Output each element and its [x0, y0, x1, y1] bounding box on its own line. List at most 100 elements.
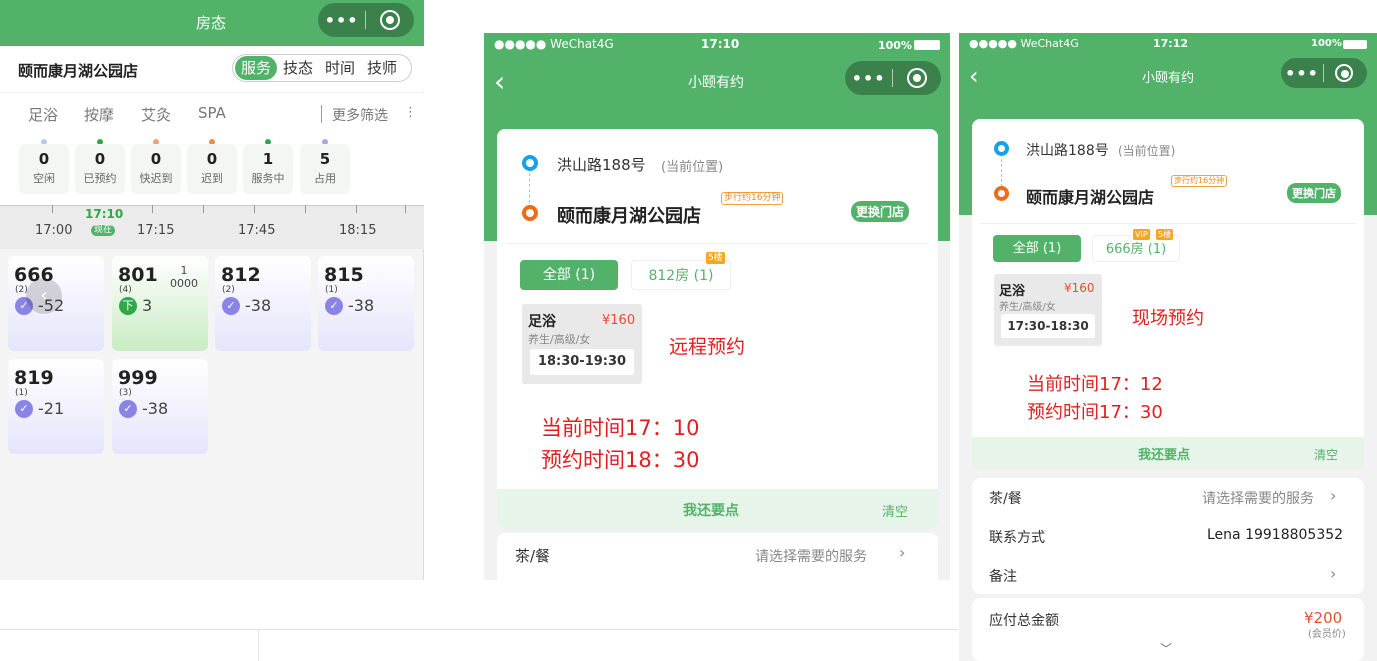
change-store-button[interactable]: 更换门店	[1287, 183, 1341, 203]
header-title: 房态	[196, 14, 227, 32]
filter-massage[interactable]: 按摩	[84, 104, 114, 125]
room-value: -21	[38, 399, 65, 418]
booking-type-note: 现场预约	[1132, 308, 1204, 329]
more-order-bar: 我还要点 清空	[972, 437, 1364, 469]
more-filters-button[interactable]: 更多筛选	[332, 105, 388, 125]
room-card[interactable]: 666 (2) ✓ -52 ‹	[8, 256, 104, 351]
chevron-right-icon[interactable]: ›	[1330, 486, 1336, 505]
scroll-left-icon[interactable]: ‹	[26, 278, 62, 314]
room-number: 999	[118, 367, 158, 389]
filter-spa[interactable]: SPA	[198, 104, 226, 122]
room-count: (1)	[325, 285, 338, 295]
stat-count: 0	[206, 150, 218, 168]
floor-badge: 5楼	[1156, 229, 1174, 240]
clear-button[interactable]: 清空	[1314, 446, 1338, 463]
tea-meal-card[interactable]: 茶/餐 请选择需要的服务 ›	[497, 533, 938, 580]
status-time: 17:12	[1153, 37, 1189, 50]
room-status-header: 房态 •••	[0, 0, 424, 46]
room-card[interactable]: 999 (3) ✓ -38	[112, 359, 208, 454]
tab-technician[interactable]: 技师	[361, 56, 403, 80]
room-value: 3	[142, 296, 153, 315]
stat-in-service[interactable]: 1 服务中	[243, 144, 293, 194]
room-card[interactable]: 801 (4) 1 0000 下 3	[112, 256, 208, 351]
stat-count: 1	[262, 150, 274, 168]
tab-time[interactable]: 时间	[319, 56, 361, 80]
tick-label: 17:15	[137, 223, 175, 238]
stat-nearly-late[interactable]: 0 快迟到	[131, 144, 181, 194]
stat-label: 快迟到	[139, 172, 173, 185]
more-order-button[interactable]: 我还要点	[1138, 444, 1190, 463]
filter-divider	[321, 105, 322, 123]
filter-foot-bath[interactable]: 足浴	[28, 104, 58, 125]
stat-idle[interactable]: 0 空闲	[19, 144, 69, 194]
close-target-icon[interactable]	[380, 10, 400, 30]
origin-dot-icon	[522, 155, 538, 171]
filter-moxibustion[interactable]: 艾灸	[141, 104, 171, 125]
service-time: 18:30-19:30	[530, 349, 634, 375]
service-desc: 养生/高级/女	[999, 302, 1056, 313]
timeline: 17:10 现在 17:00 17:15 17:45 18:15	[0, 205, 424, 249]
stat-label: 服务中	[251, 172, 285, 185]
more-icon[interactable]: •••	[845, 69, 892, 88]
room-value: -38	[245, 296, 272, 315]
service-item[interactable]: 足浴 ¥160 养生/高级/女 18:30-19:30	[522, 304, 642, 384]
booking-card: 洪山路188号 (当前位置) 颐而康月湖公园店 步行约16分钟 更换门店 全部 …	[497, 129, 938, 529]
back-icon[interactable]: ‹	[969, 62, 979, 90]
more-filters-icon[interactable]: ⋮	[404, 105, 417, 120]
view-tabs: 服务 技态 时间 技师	[232, 54, 412, 82]
room-status-panel: 房态 ••• 颐而康月湖公园店 服务 技态 时间 技师 足浴 按摩 艾灸 SPA…	[0, 0, 424, 580]
room-card[interactable]: 819 (1) ✓ -21	[8, 359, 104, 454]
status-bar: ●●●●● WeChat4G 17:10 100%	[484, 37, 950, 53]
clear-button[interactable]: 清空	[882, 501, 908, 520]
more-order-button[interactable]: 我还要点	[683, 500, 739, 520]
stat-label: 已预约	[83, 172, 117, 185]
tab-service[interactable]: 服务	[235, 56, 278, 80]
onsite-booking-panel: ●●●●● WeChat4G 17:12 100% ‹ 小颐有约 ••• 洪山路…	[959, 0, 1377, 661]
close-target-icon[interactable]	[1335, 64, 1353, 82]
remote-booking-panel: ●●●●● WeChat4G 17:10 100% ‹ 小颐有约 ••• 洪山路…	[484, 33, 950, 580]
chevron-down-icon[interactable]: ﹀	[1160, 640, 1172, 657]
back-icon[interactable]: ‹	[494, 65, 505, 98]
stat-late[interactable]: 0 迟到	[187, 144, 237, 194]
stat-label: 迟到	[201, 172, 223, 185]
mini-program-capsule[interactable]: •••	[1281, 58, 1367, 88]
bird-icon: ✓	[222, 297, 240, 315]
floor-badge: 5楼	[706, 252, 725, 264]
chevron-right-icon[interactable]: ›	[1330, 564, 1336, 583]
carrier-text: ●●●●● WeChat4G	[969, 37, 1079, 50]
chevron-right-icon: ›	[899, 543, 906, 562]
stat-count: 0	[38, 150, 50, 168]
close-target-icon[interactable]	[907, 68, 927, 88]
tea-meal-hint[interactable]: 请选择需要的服务	[1202, 488, 1314, 508]
change-store-button[interactable]: 更换门店	[851, 201, 910, 222]
service-desc: 养生/高级/女	[528, 333, 591, 346]
card-divider	[507, 243, 928, 244]
more-icon[interactable]: •••	[1281, 64, 1323, 83]
tick-label: 18:15	[339, 223, 377, 238]
mini-program-capsule[interactable]: •••	[318, 3, 414, 37]
battery-icon	[914, 40, 940, 50]
room-card[interactable]: 812 (2) ✓ -38	[215, 256, 311, 351]
bird-icon: ✓	[15, 400, 33, 418]
service-item[interactable]: 足浴 ¥160 养生/高级/女 17:30-18:30	[994, 274, 1102, 346]
battery-text: 100%	[1311, 38, 1342, 49]
tab-all-button[interactable]: 全部 (1)	[993, 235, 1081, 262]
bird-icon: ✓	[325, 297, 343, 315]
total-note: (会员价)	[1308, 629, 1346, 640]
more-order-bar: 我还要点 清空	[497, 489, 938, 529]
tab-all-button[interactable]: 全部 (1)	[520, 260, 618, 290]
remark-label[interactable]: 备注	[989, 566, 1017, 586]
stat-booked[interactable]: 0 已预约	[75, 144, 125, 194]
tab-tech-status[interactable]: 技态	[277, 56, 319, 80]
tab-room-button[interactable]: 812房 (1)	[631, 260, 731, 290]
booking-card: 洪山路188号 (当前位置) 颐而康月湖公园店 步行约16分钟 更换门店 全部 …	[972, 119, 1364, 469]
service-name: 足浴	[528, 314, 556, 330]
tea-meal-label[interactable]: 茶/餐	[989, 488, 1022, 508]
mini-program-capsule[interactable]: •••	[845, 61, 941, 95]
walk-time-badge: 步行约16分钟	[1171, 175, 1228, 187]
room-card[interactable]: 815 (1) ✓ -38	[318, 256, 414, 351]
contact-value[interactable]: Lena 19918805352	[1207, 527, 1343, 543]
stat-occupied[interactable]: 5 占用	[300, 144, 350, 194]
more-icon[interactable]: •••	[318, 11, 365, 30]
room-number: 819	[14, 367, 54, 389]
